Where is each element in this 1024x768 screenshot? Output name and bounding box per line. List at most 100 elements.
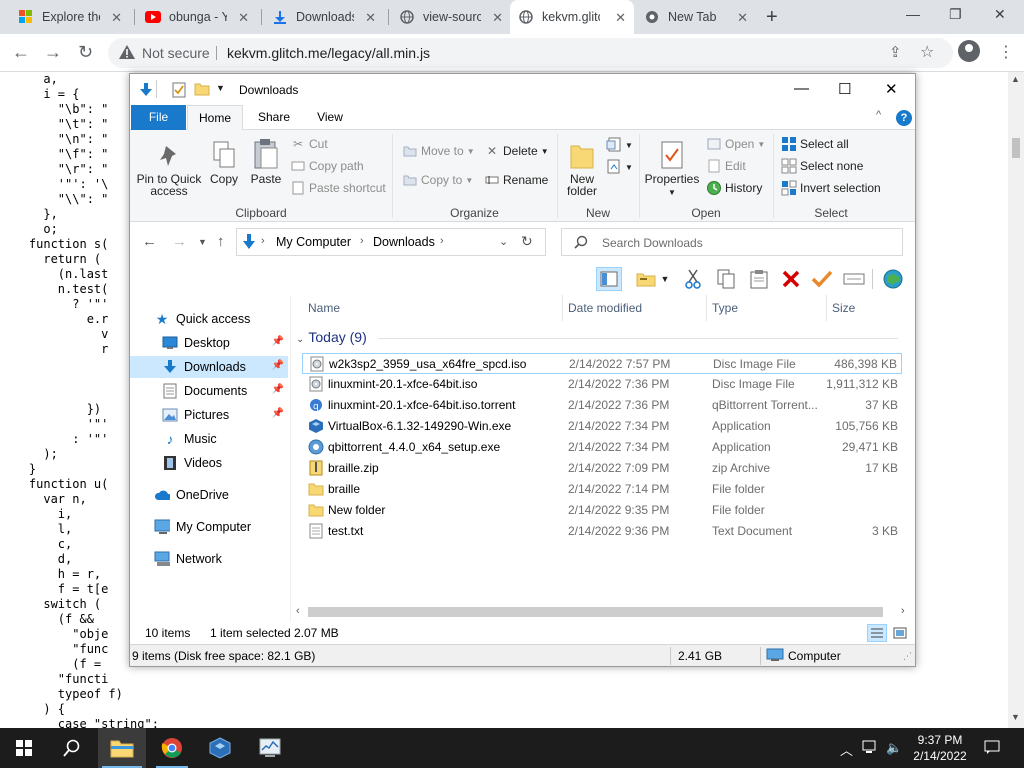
nav-downloads[interactable]: Downloads 📌 xyxy=(130,356,288,378)
taskbar-file-explorer[interactable] xyxy=(98,728,146,768)
notifications-icon[interactable] xyxy=(984,740,1000,757)
help-icon[interactable]: ? xyxy=(896,110,912,126)
cut-icon[interactable] xyxy=(680,267,706,291)
close-window-icon[interactable]: ✕ xyxy=(994,6,1006,23)
globe-network-icon[interactable] xyxy=(880,267,906,291)
resize-grip-icon[interactable]: ⋰ xyxy=(903,651,912,662)
start-button[interactable] xyxy=(0,728,48,768)
nav-onedrive[interactable]: OneDrive xyxy=(130,484,288,506)
path-box[interactable]: › My Computer › Downloads › ⌄ xyxy=(236,228,546,256)
restore-icon[interactable]: ❐ xyxy=(949,6,962,23)
copy-button[interactable]: Copy xyxy=(206,136,242,185)
nav-music[interactable]: ♪ Music xyxy=(130,428,288,450)
taskbar-chrome[interactable] xyxy=(148,728,196,768)
close-icon[interactable]: ✕ xyxy=(492,10,503,26)
volume-icon[interactable]: 🔈 xyxy=(886,740,902,756)
view-dropdown-icon[interactable]: ▼ xyxy=(658,267,672,291)
reload-icon[interactable]: ↻ xyxy=(78,42,93,63)
up-icon[interactable]: ↑ xyxy=(217,233,225,250)
copy-icon[interactable] xyxy=(713,267,739,291)
tab-view[interactable]: View xyxy=(306,105,354,130)
address-bar[interactable]: Not secure kekvm.glitch.me/legacy/all.mi… xyxy=(108,38,953,68)
bookmark-star-icon[interactable]: ☆ xyxy=(920,42,934,62)
nav-network[interactable]: Network xyxy=(130,548,288,570)
share-icon[interactable]: ⇪ xyxy=(889,43,902,61)
nav-videos[interactable]: Videos xyxy=(130,452,288,474)
group-header-today[interactable]: ⌄ Today (9) xyxy=(296,329,898,345)
close-icon[interactable]: ✕ xyxy=(111,10,122,26)
folder-icon[interactable] xyxy=(194,82,210,99)
file-row[interactable]: braille 2/14/2022 7:14 PM File folder xyxy=(302,479,902,500)
properties-check-icon[interactable] xyxy=(172,82,186,101)
paste-button[interactable]: Paste xyxy=(248,136,284,185)
checkmark-icon[interactable] xyxy=(809,267,835,291)
chevron-up-icon[interactable]: ︿ xyxy=(840,740,853,759)
recent-locations-icon[interactable]: ▼ xyxy=(198,237,207,247)
paste-icon[interactable] xyxy=(746,267,772,291)
open-button[interactable]: Open ▼ xyxy=(706,135,765,153)
security-label[interactable]: Not secure xyxy=(142,45,210,61)
collapse-ribbon-icon[interactable]: ^ xyxy=(876,109,881,121)
file-row[interactable]: linuxmint-20.1-xfce-64bit.iso 2/14/2022 7… xyxy=(302,374,902,395)
taskbar-monitor-app[interactable] xyxy=(246,728,294,768)
file-row[interactable]: w2k3sp2_3959_usa_x64fre_spcd.iso 2/14/202… xyxy=(302,353,902,374)
close-icon[interactable]: ✕ xyxy=(885,80,898,98)
tab-kekvm[interactable]: kekvm.glitc ✕ xyxy=(510,0,634,34)
pin-quick-access-button[interactable]: Pin to Quick access xyxy=(136,136,202,197)
close-icon[interactable]: ✕ xyxy=(238,10,249,26)
details-view-icon[interactable] xyxy=(867,624,887,642)
preview-pane-icon[interactable] xyxy=(596,267,622,291)
column-header-name[interactable]: Name xyxy=(308,301,340,315)
qat-dropdown-icon[interactable]: ▼ xyxy=(216,83,225,93)
close-icon[interactable]: ✕ xyxy=(615,10,626,26)
cut-button[interactable]: ✂ Cut xyxy=(290,135,328,153)
paste-shortcut-button[interactable]: Paste shortcut xyxy=(290,179,386,197)
select-all-button[interactable]: Select all xyxy=(781,135,849,153)
page-scrollbar[interactable]: ▲ ▼ xyxy=(1008,72,1024,728)
invert-selection-button[interactable]: Invert selection xyxy=(781,179,881,197)
nav-documents[interactable]: Documents 📌 xyxy=(130,380,288,402)
back-icon[interactable]: ← xyxy=(12,42,30,63)
nav-desktop[interactable]: Desktop 📌 xyxy=(130,332,288,354)
large-icons-view-icon[interactable] xyxy=(890,624,910,642)
network-tray-icon[interactable] xyxy=(862,740,878,757)
tab-home[interactable]: Home xyxy=(187,105,243,131)
taskbar-virtualbox[interactable] xyxy=(196,728,244,768)
horizontal-scrollbar[interactable]: ‹ › xyxy=(292,604,915,620)
column-header-size[interactable]: Size xyxy=(832,301,855,315)
search-button[interactable] xyxy=(48,728,96,768)
path-dropdown-icon[interactable]: ⌄ xyxy=(499,235,508,248)
breadcrumb-mycomputer[interactable]: My Computer xyxy=(276,235,351,249)
folder-view-icon[interactable] xyxy=(633,267,659,291)
warning-icon[interactable] xyxy=(118,44,136,63)
file-row[interactable]: braille.zip 2/14/2022 7:09 PM zip Archive 1… xyxy=(302,458,902,479)
minimize-icon[interactable]: — xyxy=(906,6,920,22)
more-menu-icon[interactable]: ⋮ xyxy=(998,42,1014,62)
url-text[interactable]: kekvm.glitch.me/legacy/all.min.js xyxy=(227,45,430,61)
tab-downloads[interactable]: Downloads ✕ xyxy=(264,0,384,34)
maximize-icon[interactable]: ☐ xyxy=(838,80,851,98)
forward-icon[interactable]: → xyxy=(44,42,62,63)
profile-avatar[interactable] xyxy=(958,40,980,62)
properties-button[interactable]: Properties ▼ xyxy=(644,136,700,199)
quick-access-download-icon[interactable] xyxy=(138,82,154,101)
rename-field-icon[interactable] xyxy=(841,267,867,291)
move-to-button[interactable]: Move to ▼ xyxy=(402,142,475,160)
new-item-button[interactable]: ▼ xyxy=(606,136,633,154)
new-folder-button[interactable]: New folder xyxy=(562,136,602,197)
tab-new-tab[interactable]: New Tab ✕ xyxy=(636,0,756,34)
breadcrumb-downloads[interactable]: Downloads xyxy=(373,235,435,249)
back-icon[interactable]: ← xyxy=(142,233,157,250)
tab-youtube[interactable]: obunga - Yo ✕ xyxy=(137,0,257,34)
close-icon[interactable]: ✕ xyxy=(365,10,376,26)
tab-file[interactable]: File xyxy=(131,105,186,130)
column-header-date[interactable]: Date modified xyxy=(568,301,642,315)
tab-explore[interactable]: Explore the ✕ xyxy=(10,0,130,34)
select-none-button[interactable]: Select none xyxy=(781,157,863,175)
nav-quick-access[interactable]: ★ Quick access xyxy=(130,308,288,330)
new-tab-button[interactable]: + xyxy=(766,6,778,29)
delete-button[interactable]: ✕ Delete ▼ xyxy=(484,142,549,160)
close-icon[interactable]: ✕ xyxy=(737,10,748,26)
copy-to-button[interactable]: Copy to ▼ xyxy=(402,171,473,189)
history-button[interactable]: History xyxy=(706,179,762,197)
